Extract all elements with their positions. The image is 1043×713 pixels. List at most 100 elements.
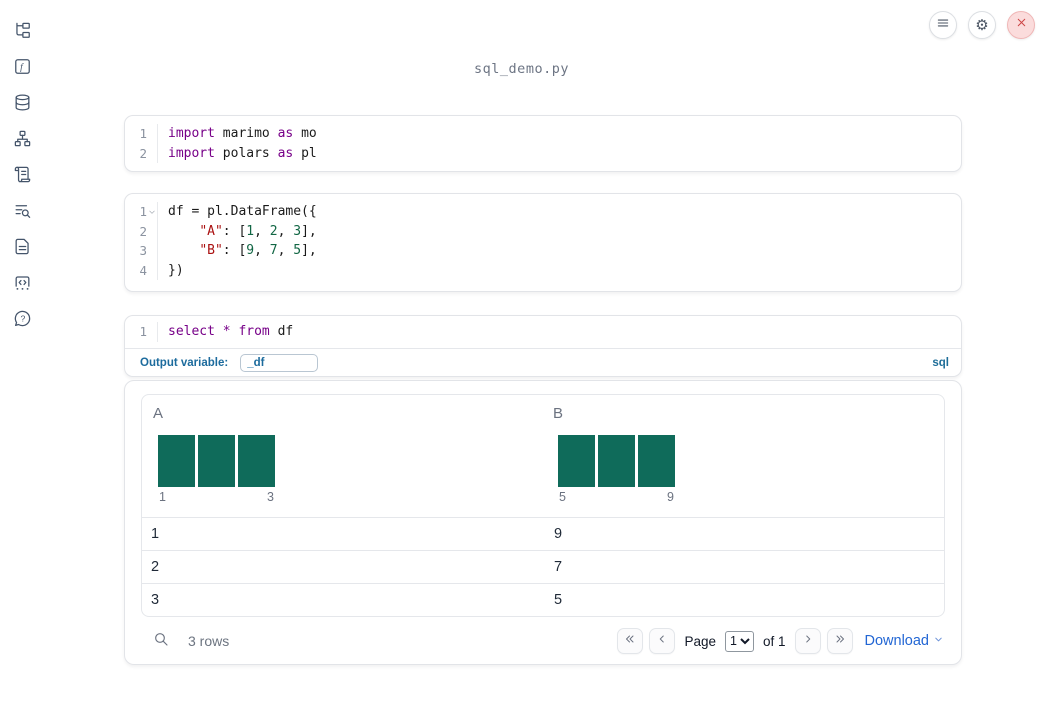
graph-icon (13, 129, 32, 153)
code-cell-dataframe[interactable]: 1 df = pl.DataFrame({2 "A": [1, 2, 3], 3 "… (124, 193, 962, 292)
download-button[interactable]: Download (865, 633, 945, 649)
cell-value-a: 3 (151, 592, 160, 608)
line-gutter: 3 (125, 241, 158, 261)
page-select[interactable]: 1 (724, 630, 754, 652)
hist-a-max-label: 3 (267, 490, 274, 504)
close-button[interactable] (1007, 11, 1035, 39)
sidebar-item-search-list[interactable] (11, 202, 33, 224)
scroll-icon (13, 165, 32, 189)
line-number: 2 (139, 145, 147, 161)
sql-cell[interactable]: 1 select * from df Output variable: sql (124, 315, 962, 377)
code-box-icon (13, 273, 32, 297)
column-a-name: A (153, 405, 164, 422)
first-page-button[interactable] (617, 628, 644, 654)
hamburger-icon (936, 16, 950, 35)
chevrons-left-icon (624, 632, 636, 650)
sidebar-item-datasources[interactable] (11, 94, 33, 116)
sidebar-item-snippets[interactable] (11, 274, 33, 296)
line-gutter: 4 (125, 260, 158, 280)
chevron-down-icon (933, 633, 944, 649)
sidebar-item-help[interactable]: ? (11, 310, 33, 332)
page-label: Page (684, 633, 716, 649)
tree-icon (13, 21, 32, 45)
output-variable-label: Output variable: (140, 356, 229, 369)
top-controls: ⚙ (929, 11, 1035, 39)
line-gutter: 1 (125, 202, 158, 222)
line-number: 1 (139, 324, 147, 340)
line-number: 1 (139, 126, 147, 142)
last-page-button[interactable] (826, 628, 853, 654)
search-button[interactable] (151, 631, 171, 651)
document-icon (13, 237, 32, 261)
code-text: "A": [1, 2, 3], (199, 223, 317, 239)
code-line[interactable]: 2 import polars as pl (125, 143, 961, 163)
code-text: }) (168, 262, 184, 278)
sidebar-item-dependency-graph[interactable] (11, 130, 33, 152)
table-row[interactable]: 35 (142, 583, 944, 616)
code-text: df = pl.DataFrame({ (168, 204, 317, 220)
sidebar-item-scroll-log[interactable] (11, 166, 33, 188)
sql-cell-footer: Output variable: sql (125, 347, 961, 377)
code-cell-imports[interactable]: 1 import marimo as mo 2 import polars as pl (124, 115, 962, 172)
line-gutter: 1 (125, 124, 158, 144)
code-line[interactable]: 1 df = pl.DataFrame({ (125, 202, 961, 222)
histogram-bar (198, 435, 235, 487)
page-of-label: of 1 (762, 633, 786, 649)
svg-text:?: ? (20, 314, 25, 324)
code-text: import polars as pl (168, 145, 317, 161)
chevron-right-icon (802, 632, 814, 650)
table-footer: 3 rows Page 1 of 1 Download (141, 617, 945, 665)
notebook-filename: sql_demo.py (474, 61, 569, 77)
table-body: 192735 (142, 517, 944, 616)
chevrons-right-icon (834, 632, 846, 650)
line-gutter: 2 (125, 143, 158, 163)
line-number: 2 (139, 223, 147, 239)
histogram-bar (598, 435, 635, 487)
cell-value-a: 1 (151, 526, 160, 542)
hist-b-min-label: 5 (559, 490, 566, 504)
code-line[interactable]: 1 select * from df (125, 322, 961, 342)
column-b-histogram: 5 9 (558, 435, 675, 504)
sidebar-item-document[interactable] (11, 238, 33, 260)
histogram-bar (638, 435, 675, 487)
column-header-a[interactable]: A 1 3 (142, 395, 542, 517)
table-row[interactable]: 27 (142, 550, 944, 583)
column-header-b[interactable]: B 5 9 (542, 395, 944, 517)
histogram-bar (558, 435, 595, 487)
code-line[interactable]: 4}) (125, 260, 961, 280)
cell-value-b: 5 (554, 592, 563, 608)
code-line[interactable]: 2 "A": [1, 2, 3], (125, 221, 961, 241)
sidebar-item-file-tree[interactable] (11, 22, 33, 44)
menu-button[interactable] (929, 11, 957, 39)
fold-chevron-icon[interactable] (147, 208, 157, 216)
cell-value-b: 7 (554, 559, 563, 575)
help-icon: ? (13, 309, 32, 333)
table-row[interactable]: 19 (142, 517, 944, 550)
cell-value-a: 2 (151, 559, 160, 575)
prev-page-button[interactable] (649, 628, 676, 654)
code-text: import marimo as mo (168, 126, 317, 142)
sql-language-badge: sql (932, 356, 949, 369)
code-line[interactable]: 1 import marimo as mo (125, 124, 961, 144)
list-search-icon (13, 201, 32, 225)
hist-a-min-label: 1 (159, 490, 166, 504)
pagination: Page 1 of 1 (617, 628, 853, 654)
sidebar: f ? (0, 0, 44, 713)
gear-icon: ⚙ (975, 16, 989, 34)
table-output-container: A 1 3 B 5 9 1 9 2 7 3 5 3 rows Page 1 of… (124, 380, 962, 665)
search-icon (153, 631, 169, 652)
code-line[interactable]: 3 "B": [9, 7, 5], (125, 241, 961, 261)
line-number: 3 (139, 243, 147, 259)
output-variable-input[interactable] (240, 353, 319, 372)
line-number: 1 (139, 204, 147, 220)
cell-value-b: 9 (554, 526, 563, 542)
line-gutter: 2 (125, 221, 158, 241)
settings-button[interactable]: ⚙ (968, 11, 996, 39)
row-count-label: 3 rows (188, 633, 230, 649)
table-header: A 1 3 B 5 9 (142, 395, 944, 517)
chevron-left-icon (656, 632, 668, 650)
column-b-name: B (553, 405, 564, 422)
code-text: "B": [9, 7, 5], (199, 243, 317, 259)
next-page-button[interactable] (794, 628, 821, 654)
histogram-bar (238, 435, 275, 487)
